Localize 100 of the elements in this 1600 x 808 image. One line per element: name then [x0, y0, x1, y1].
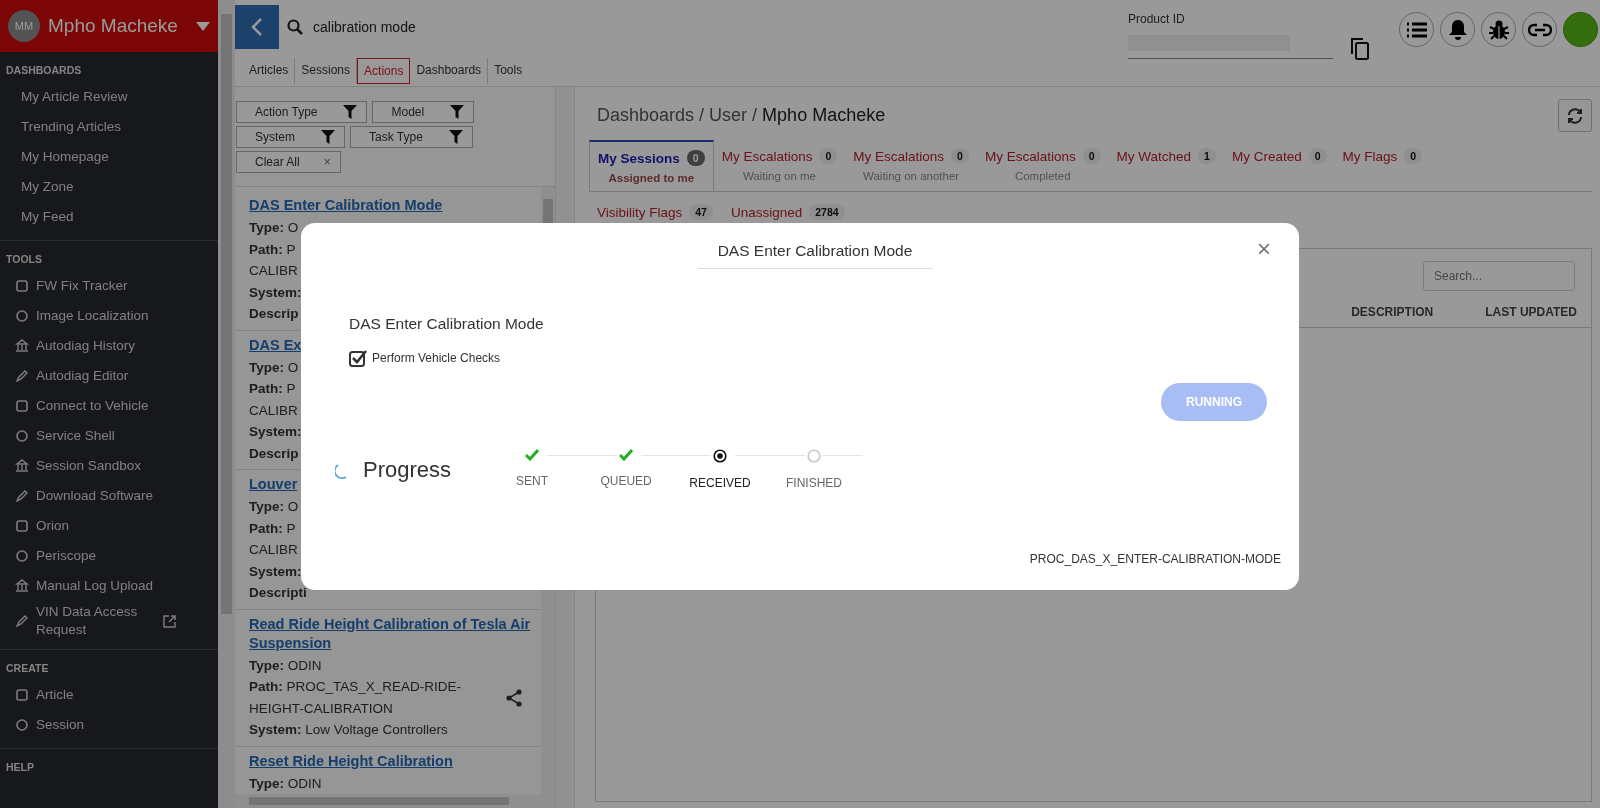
count-badge: 0 [951, 148, 969, 164]
menu-item-icon [15, 339, 29, 353]
result-detail: Type: O [249, 498, 300, 516]
nav-tab[interactable]: Articles [243, 58, 296, 84]
result-detail: Type: ODIN [249, 774, 322, 793]
avatar[interactable] [1563, 12, 1598, 47]
clear-all-button[interactable]: Clear All × [236, 151, 341, 173]
nav-tab[interactable]: Sessions [295, 58, 358, 84]
sidebar-item[interactable]: Periscope [0, 541, 218, 571]
sidebar-item[interactable]: My Homepage [0, 142, 218, 172]
scrollbar[interactable] [235, 794, 555, 808]
section-heading: HELP [5, 760, 35, 775]
result-detail: System: Low Voltage Controllers [249, 721, 449, 739]
sidebar-item[interactable]: Image Localization [0, 301, 218, 331]
result-detail: Type: O [249, 358, 300, 377]
tab-subtitle: Completed [1013, 170, 1072, 182]
section-heading: CREATE [5, 661, 50, 676]
dashboard-tab[interactable]: My Escalations 0 Waiting on me [713, 140, 846, 191]
nav-tab[interactable]: Tools [488, 58, 529, 84]
menu-item-icon [15, 399, 29, 413]
bug-icon[interactable] [1481, 12, 1516, 47]
sidebar-item[interactable]: Autodiag History [0, 331, 218, 361]
search-field[interactable]: Search... [1423, 261, 1575, 291]
sidebar-item[interactable]: Session [0, 710, 218, 740]
dashboard-tab[interactable]: My Escalations 0 Completed [976, 140, 1109, 191]
sidebar-item[interactable]: Download Software [0, 481, 218, 511]
back-button[interactable] [235, 5, 279, 49]
result-detail: Descripti [249, 584, 307, 602]
sidebar-item[interactable]: Service Shell [0, 421, 218, 451]
menu-item-icon [15, 309, 29, 323]
menu-item-icon [15, 489, 29, 503]
result-detail: System: [249, 562, 303, 581]
link-icon[interactable] [1522, 12, 1557, 47]
count-badge: 0 [819, 148, 838, 164]
breadcrumb: Dashboards / User / Mpho Macheke [596, 105, 886, 126]
scrollbar[interactable] [218, 0, 235, 808]
result-detail: CALIBR [249, 401, 299, 420]
tab-subtitle: Waiting on me [741, 170, 817, 182]
column-header[interactable]: DESCRIPTION [1351, 305, 1434, 319]
filter-button[interactable]: Model [372, 101, 475, 123]
sidebar-item[interactable]: Session Sandbox [0, 451, 218, 481]
dashboard-tab[interactable]: My Created 0 [1223, 140, 1335, 191]
sidebar-item[interactable]: Article [0, 680, 218, 710]
menu-item-icon [15, 429, 29, 443]
close-button[interactable]: × [1257, 237, 1271, 261]
checkbox[interactable] [349, 349, 367, 367]
sidebar-item[interactable]: Manual Log Upload [0, 571, 218, 601]
count-badge: 0 [1308, 148, 1327, 164]
list-icon[interactable] [1399, 12, 1434, 47]
menu-item-icon [15, 459, 29, 473]
avatar: MM [8, 10, 40, 42]
dashboard-tab[interactable]: My Sessions 0 Assigned to me [589, 140, 714, 191]
result-detail: CALIBR [249, 541, 299, 559]
dashboard-tab[interactable]: My Escalations 0 Waiting on another [845, 140, 977, 191]
result-title-link[interactable]: Read Ride Height Calibration of Tesla Air Suspension [249, 614, 531, 653]
sidebar-item[interactable]: My Article Review [0, 82, 218, 112]
step-label: QUEUED [600, 474, 652, 488]
dashboard-tab[interactable]: My Flags 0 [1334, 140, 1431, 191]
count-badge: 0 [686, 150, 705, 166]
sidebar-item[interactable]: My Feed [0, 202, 218, 232]
sidebar-item[interactable]: My Zone [0, 172, 218, 202]
sidebar-item[interactable]: Connect to Vehicle [0, 391, 218, 421]
filter-button[interactable]: System [236, 126, 345, 148]
result-title-link[interactable]: DAS Enter Calibration Mode [249, 196, 531, 215]
share-icon[interactable] [506, 688, 523, 707]
external-link-icon [163, 614, 176, 628]
checkbox-option[interactable]: Perform Vehicle Checks [349, 349, 1281, 367]
filter-button[interactable]: Action Type [236, 101, 368, 123]
sidebar-item[interactable]: FW Fix Tracker [0, 271, 218, 301]
sidebar-item[interactable]: Trending Articles [0, 112, 218, 142]
sidebar-item[interactable]: VIN Data Access Request [0, 601, 218, 641]
sidebar-item[interactable]: Orion [0, 511, 218, 541]
filter-icon [321, 130, 335, 144]
progress-label: Progress [363, 457, 452, 483]
section-heading: DASHBOARDS [5, 63, 83, 78]
menu-item-icon [15, 688, 29, 702]
spinner-icon [335, 463, 349, 479]
filter-icon [343, 105, 358, 119]
user-menu[interactable]: MM Mpho Macheke [0, 0, 218, 52]
count-badge: 47 [689, 204, 713, 220]
action-name: DAS Enter Calibration Mode [349, 315, 545, 333]
count-badge: 0 [1082, 148, 1101, 164]
filter-tab[interactable]: Unassigned 2784 [730, 204, 845, 220]
result-detail: Path: P [249, 519, 297, 538]
column-header[interactable]: LAST UPDATED [1485, 305, 1577, 319]
procedure-id: PROC_DAS_X_ENTER-CALIBRATION-MODE [1029, 552, 1281, 566]
bell-icon[interactable] [1440, 12, 1475, 47]
dashboard-tab[interactable]: My Watched 1 [1108, 140, 1224, 191]
filter-button[interactable]: Task Type [350, 126, 473, 148]
result-title-link[interactable]: Reset Ride Height Calibration [249, 751, 531, 771]
copy-icon[interactable] [1351, 38, 1369, 60]
menu-item-icon [15, 549, 29, 563]
menu-item-icon [15, 579, 29, 593]
refresh-button[interactable] [1558, 99, 1592, 132]
filter-tab[interactable]: Visibility Flags 47 [597, 204, 713, 220]
result-detail: System: [249, 423, 302, 441]
nav-tab[interactable]: Actions [357, 58, 411, 84]
nav-tab[interactable]: Dashboards [410, 58, 489, 84]
filter-icon [450, 105, 465, 119]
sidebar-item[interactable]: Autodiag Editor [0, 361, 218, 391]
